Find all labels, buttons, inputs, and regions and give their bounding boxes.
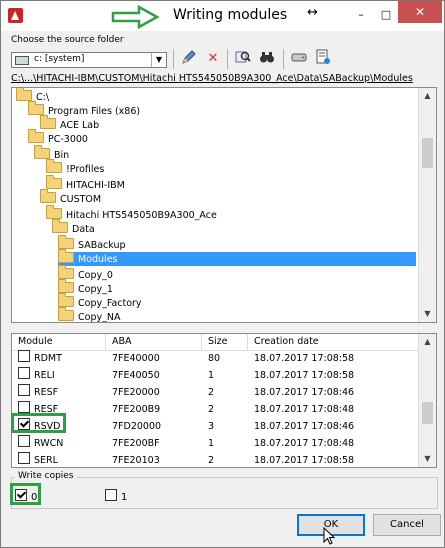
- properties-icon[interactable]: [313, 49, 333, 69]
- tree-item[interactable]: Copy_NA: [58, 307, 120, 322]
- table-row[interactable]: RSVD 7FD20000 3 18.07.2017 17:08:46: [12, 418, 419, 435]
- modules-table[interactable]: Module ABA Size Creation date RDMT 7FE40…: [11, 333, 437, 468]
- window-title: Writing modules: [173, 7, 288, 23]
- folder-open-icon: [34, 145, 50, 159]
- folder-open-icon: [46, 175, 62, 189]
- writing-modules-dialog: Writing modules ↔ – □ ✕ Choose the sourc…: [0, 0, 445, 548]
- column-header-aba[interactable]: ABA: [106, 334, 202, 350]
- drive-select[interactable]: c: [system] ▼: [11, 52, 167, 68]
- find-icon[interactable]: [233, 49, 253, 69]
- tree-item[interactable]: Copy_1: [58, 279, 113, 296]
- folder-closed-icon: [58, 279, 74, 293]
- tree-item[interactable]: Hitachi HTS545050B9A300_Ace: [46, 205, 217, 222]
- column-header-module[interactable]: Module: [12, 334, 106, 350]
- row-checkbox[interactable]: [18, 452, 30, 464]
- source-folder-label: Choose the source folder: [11, 35, 124, 45]
- delete-icon[interactable]: ✕: [203, 49, 223, 69]
- copy-0-checkbox[interactable]: [15, 489, 27, 501]
- write-copies-group: [11, 477, 438, 509]
- app-logo-icon: [8, 8, 23, 23]
- copy-0-option[interactable]: 0: [15, 489, 37, 503]
- table-header: Module ABA Size Creation date: [12, 334, 419, 351]
- copy-1-checkbox[interactable]: [105, 489, 117, 501]
- current-path: C:\...\HITACHI-IBM\CUSTOM\Hitachi HTS545…: [11, 73, 413, 84]
- row-checkbox[interactable]: [18, 401, 30, 413]
- tree-item-selected[interactable]: Modules: [58, 249, 416, 266]
- toolbar-separator: [173, 49, 174, 69]
- scrollbar-thumb[interactable]: [422, 138, 433, 168]
- table-scrollbar[interactable]: ▲ ▼: [418, 334, 436, 467]
- tree-item[interactable]: CUSTOM: [40, 189, 101, 206]
- table-row[interactable]: RDMT 7FE40000 80 18.07.2017 17:08:58: [12, 350, 419, 367]
- maximize-button[interactable]: □: [373, 5, 399, 25]
- tree-item[interactable]: SABackup: [58, 235, 126, 252]
- tree-item[interactable]: HITACHI-IBM: [46, 175, 125, 192]
- folder-closed-icon: [58, 265, 74, 279]
- folder-open-icon: [40, 115, 56, 129]
- copy-1-option[interactable]: 1: [105, 489, 127, 503]
- table-row[interactable]: RESF 7FE20000 2 18.07.2017 17:08:46: [12, 384, 419, 401]
- mouse-cursor-icon: [323, 527, 335, 545]
- folder-open-icon: [28, 101, 44, 115]
- table-row[interactable]: RESF 7FE200B9 2 18.07.2017 17:08:48: [12, 401, 419, 418]
- tree-item[interactable]: Data: [52, 219, 95, 236]
- edit-icon[interactable]: [179, 49, 199, 69]
- toolbar-separator: [283, 49, 284, 69]
- toolbar-separator: [227, 49, 228, 69]
- folder-open-icon: [46, 159, 62, 173]
- row-checkbox-checked[interactable]: [18, 418, 30, 430]
- column-header-creation-date[interactable]: Creation date: [248, 334, 419, 350]
- tree-item[interactable]: Copy_0: [58, 265, 113, 282]
- folder-open-icon: [28, 129, 44, 143]
- title-bar: Writing modules ↔ – □ ✕: [1, 1, 444, 31]
- chevron-down-icon[interactable]: ▼: [151, 53, 166, 67]
- write-copies-label: Write copies: [15, 471, 77, 481]
- tree-item[interactable]: PC-3000: [28, 129, 88, 146]
- table-row[interactable]: RELI 7FE40050 1 18.07.2017 17:08:58: [12, 367, 419, 384]
- tree-scrollbar[interactable]: ▲ ▼: [418, 88, 436, 322]
- scroll-down-icon[interactable]: ▼: [419, 306, 436, 322]
- folder-open-icon: [52, 219, 68, 233]
- annotation-arrow-icon: [111, 5, 159, 29]
- binoculars-icon[interactable]: [257, 49, 277, 69]
- row-checkbox[interactable]: [18, 384, 30, 396]
- disk-icon[interactable]: [289, 49, 309, 69]
- table-row[interactable]: RWCN 7FE200BF 1 18.07.2017 17:08:48: [12, 435, 419, 452]
- folder-open-icon: [58, 235, 74, 249]
- drive-icon: [15, 56, 29, 65]
- tree-item[interactable]: ACE Lab: [40, 115, 99, 132]
- folder-open-icon: [46, 205, 62, 219]
- scroll-up-icon[interactable]: ▲: [419, 334, 436, 350]
- tree-item[interactable]: !Profiles: [46, 159, 104, 176]
- close-button[interactable]: ✕: [398, 1, 442, 23]
- folder-open-icon: [40, 189, 56, 203]
- scroll-up-icon[interactable]: ▲: [419, 88, 436, 104]
- resize-cursor-icon: ↔: [307, 5, 318, 20]
- column-header-size[interactable]: Size: [202, 334, 248, 350]
- scrollbar-thumb[interactable]: [422, 402, 433, 424]
- folder-closed-icon: [58, 307, 74, 321]
- tree-item[interactable]: Copy_Factory: [58, 293, 142, 310]
- folder-tree[interactable]: C:\ Program Files (x86) ACE Lab PC-3000 …: [11, 87, 437, 323]
- drive-select-value: c: [system]: [34, 54, 85, 64]
- row-checkbox[interactable]: [18, 435, 30, 447]
- cancel-button[interactable]: Cancel: [373, 514, 441, 536]
- table-row[interactable]: SERL 7FE20103 2 18.07.2017 17:08:58: [12, 452, 419, 467]
- folder-closed-icon: [58, 293, 74, 307]
- row-checkbox[interactable]: [18, 367, 30, 379]
- folder-open-icon: [16, 88, 32, 101]
- scroll-down-icon[interactable]: ▼: [419, 451, 436, 467]
- minimize-button[interactable]: –: [348, 5, 374, 25]
- row-checkbox[interactable]: [18, 350, 30, 362]
- folder-open-icon: [58, 249, 74, 263]
